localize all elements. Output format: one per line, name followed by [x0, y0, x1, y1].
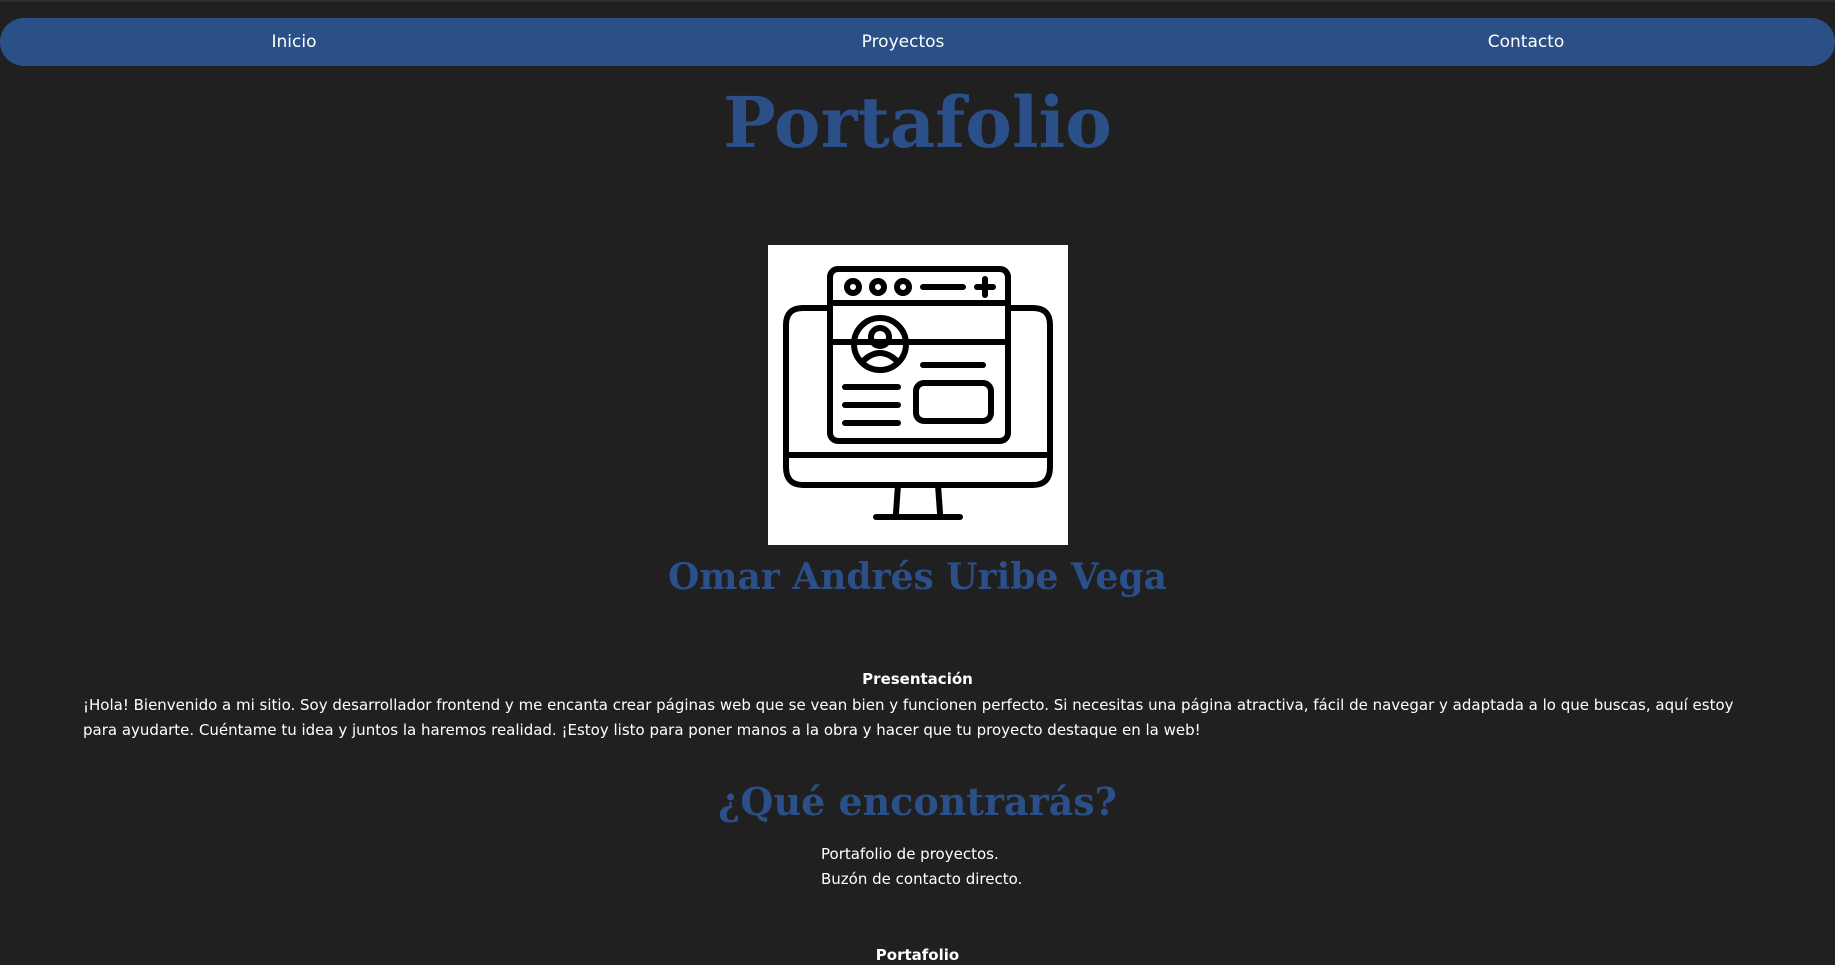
portfolio-section-label: Portafolio: [875, 946, 960, 964]
page-title: Portafolio: [723, 81, 1112, 164]
monitor-profile-icon: [783, 266, 1053, 520]
window-top-border: [0, 0, 1835, 2]
nav-link-inicio[interactable]: Inicio: [272, 18, 317, 66]
profile-name: Omar Andrés Uribe Vega: [668, 556, 1167, 598]
list-item: Portafolio de proyectos.: [821, 845, 999, 863]
list-item: Buzón de contacto directo.: [821, 870, 1023, 888]
presentation-label: Presentación: [862, 670, 973, 688]
nav-link-proyectos[interactable]: Proyectos: [862, 18, 945, 66]
features-title: ¿Qué encontrarás?: [718, 779, 1117, 824]
nav-link-contacto[interactable]: Contacto: [1488, 18, 1565, 66]
profile-image: [768, 245, 1068, 545]
features-list: Portafolio de proyectos. Buzón de contac…: [821, 842, 1022, 892]
main-navbar: Inicio Proyectos Contacto: [0, 18, 1835, 66]
presentation-text: ¡Hola! Bienvenido a mi sitio. Soy desarr…: [83, 696, 1734, 739]
